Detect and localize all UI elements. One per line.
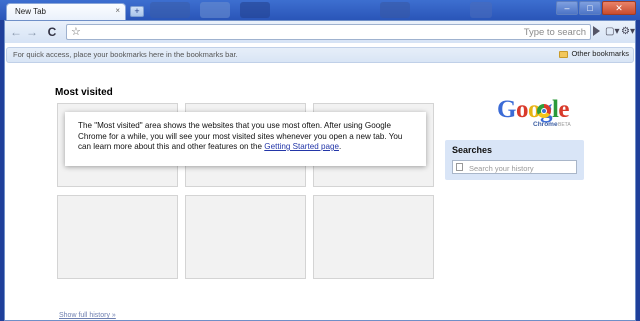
- tip-text: The "Most visited" area shows the websit…: [78, 121, 403, 151]
- new-tab-button[interactable]: +: [130, 6, 144, 17]
- tip-end: .: [338, 142, 342, 151]
- most-visited-title: Most visited: [55, 87, 113, 98]
- other-bookmarks-label: Other bookmarks: [571, 49, 629, 58]
- background-window-2: [200, 2, 230, 18]
- most-visited-thumbnail[interactable]: [313, 195, 434, 279]
- browser-window: ← → C ☆ Type to search ▢▾ ⚙▾ For quick a…: [4, 20, 636, 321]
- tab-new-tab[interactable]: New Tab ×: [6, 3, 126, 20]
- searches-panel: Searches: [445, 140, 584, 180]
- google-chrome-logo: Google Chrome BETA: [497, 97, 587, 133]
- search-hint: Type to search: [523, 27, 586, 38]
- google-letter: G: [497, 96, 516, 123]
- chrome-label: Chrome: [533, 121, 558, 128]
- search-history-input[interactable]: [467, 162, 576, 174]
- forward-arrow-icon[interactable]: →: [25, 25, 39, 39]
- title-bar: New Tab × + – □ ✕: [0, 0, 640, 20]
- background-window-5: [470, 2, 492, 18]
- new-tab-page: Most visited The "Most visited" area sho…: [5, 65, 635, 320]
- close-window-button[interactable]: ✕: [602, 1, 636, 15]
- document-icon: [456, 163, 463, 171]
- beta-label: BETA: [558, 122, 571, 128]
- most-visited-thumbnail[interactable]: [185, 195, 306, 279]
- background-window-4: [380, 2, 410, 18]
- bookmarks-bar: For quick access, place your bookmarks h…: [6, 47, 634, 63]
- address-input[interactable]: [85, 26, 519, 40]
- bookmarks-bar-hint: For quick access, place your bookmarks h…: [13, 50, 238, 59]
- search-history-field[interactable]: [452, 160, 577, 174]
- wrench-menu-icon[interactable]: ⚙▾: [621, 24, 635, 40]
- folder-icon: [559, 50, 569, 58]
- navigation-toolbar: ← → C ☆ Type to search ▢▾ ⚙▾: [5, 21, 635, 43]
- google-letter: e: [558, 96, 570, 123]
- getting-started-link[interactable]: Getting Started page: [264, 142, 339, 151]
- go-arrow-icon[interactable]: [593, 26, 600, 36]
- most-visited-thumbnail[interactable]: [57, 195, 178, 279]
- background-window-3: [240, 2, 270, 18]
- chrome-icon: [537, 104, 551, 118]
- background-window-1: [150, 2, 190, 18]
- google-wordmark: Google: [497, 97, 569, 122]
- page-menu-icon[interactable]: ▢▾: [605, 24, 619, 40]
- google-letter: o: [515, 96, 529, 123]
- address-bar[interactable]: ☆ Type to search: [66, 24, 591, 40]
- window-controls: – □ ✕: [556, 1, 636, 15]
- most-visited-tip: The "Most visited" area shows the websit…: [65, 112, 426, 166]
- maximize-button[interactable]: □: [579, 1, 601, 15]
- reload-icon[interactable]: C: [45, 25, 59, 39]
- tab-title: New Tab: [15, 7, 46, 16]
- searches-title: Searches: [452, 145, 493, 155]
- show-full-history-link[interactable]: Show full history »: [59, 312, 116, 319]
- back-arrow-icon[interactable]: ←: [9, 25, 23, 39]
- tab-close-icon[interactable]: ×: [115, 6, 120, 15]
- bookmark-star-icon[interactable]: ☆: [71, 25, 81, 39]
- minimize-button[interactable]: –: [556, 1, 578, 15]
- other-bookmarks-button[interactable]: Other bookmarks: [559, 49, 629, 58]
